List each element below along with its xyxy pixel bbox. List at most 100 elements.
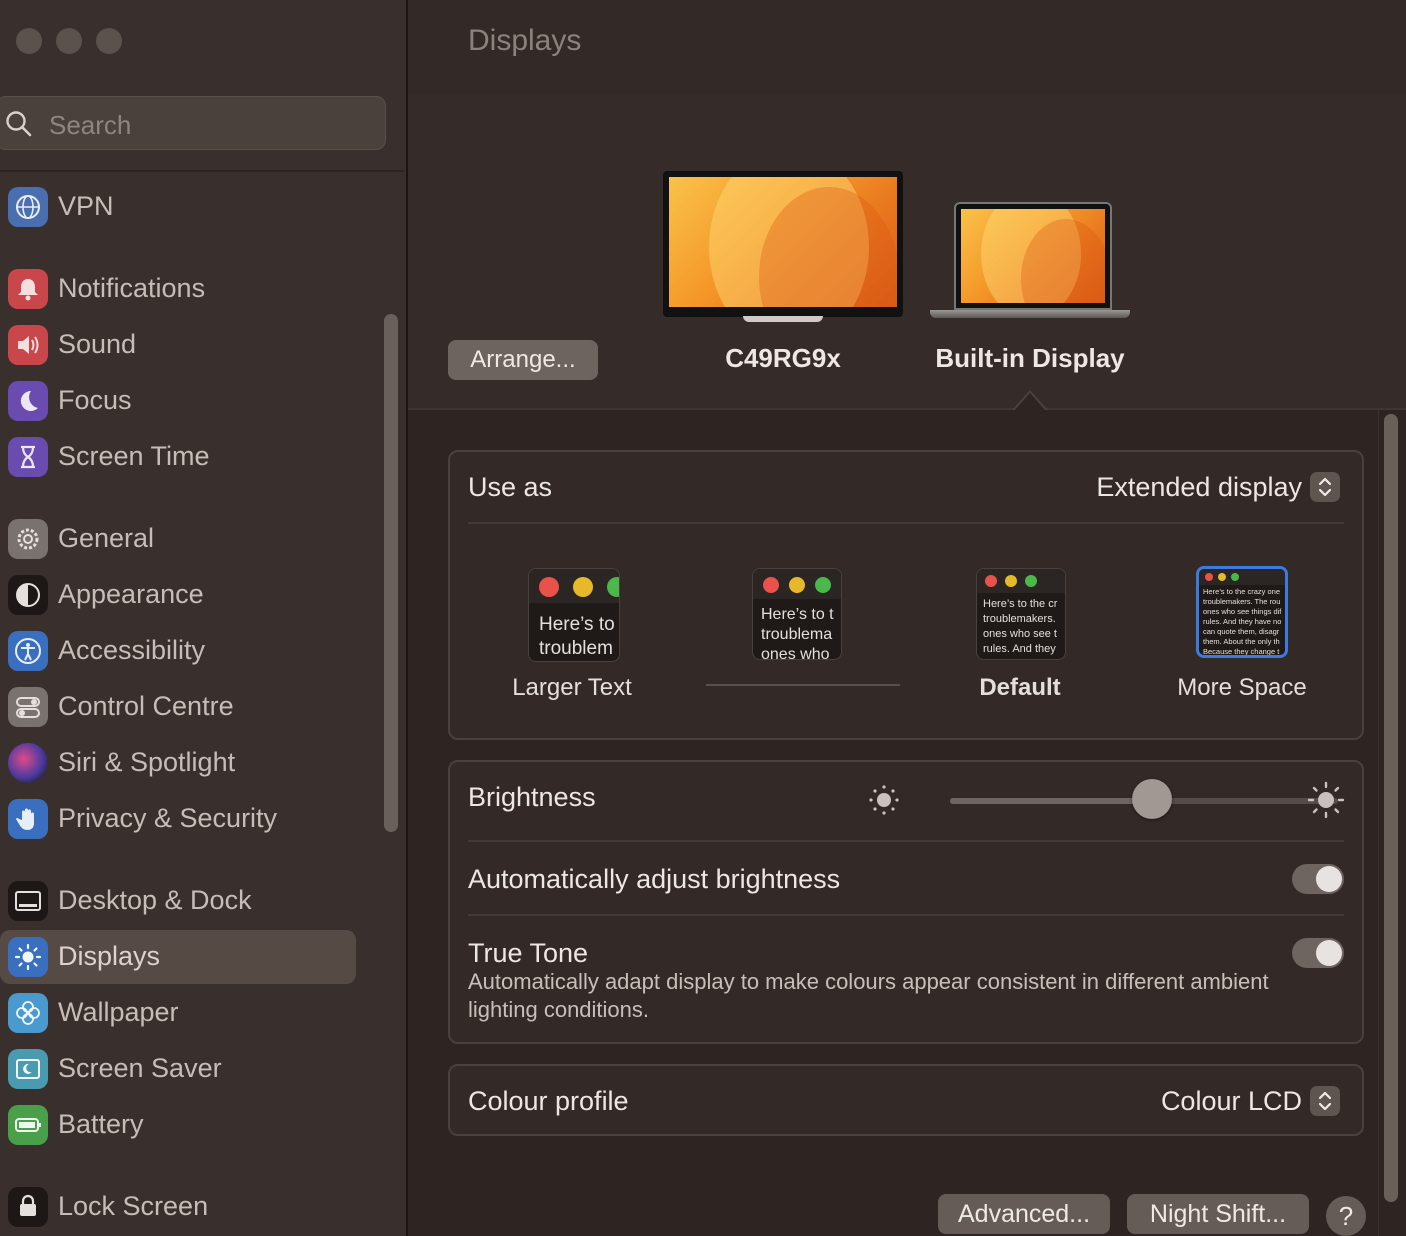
- sun-large-icon: [1307, 781, 1345, 819]
- builtin-display-thumbnail[interactable]: [954, 202, 1112, 310]
- sidebar-item-label: VPN: [58, 191, 114, 221]
- resolution-label: Larger Text: [512, 674, 632, 701]
- colour-profile-value[interactable]: Colour LCD: [1161, 1086, 1302, 1117]
- sidebar-item-focus[interactable]: Focus: [0, 374, 356, 428]
- brightness-panel: Brightness Automatically adjust brightne…: [448, 760, 1364, 1044]
- sidebar: Search VPN Notifications Sound Focus Scr…: [0, 0, 408, 1236]
- resolution-option-2[interactable]: Here’s to t troublema ones who: [752, 568, 842, 660]
- hourglass-icon: [8, 437, 48, 477]
- wallpaper-image: [669, 177, 897, 307]
- resolution-option-default[interactable]: Here’s to the cr troublemakers. ones who…: [976, 568, 1066, 660]
- sidebar-item-label: Notifications: [58, 273, 206, 303]
- sidebar-item-general[interactable]: General: [0, 512, 356, 566]
- sidebar-item-control-centre[interactable]: Control Centre: [0, 680, 356, 734]
- external-display-label[interactable]: C49RG9x: [683, 343, 883, 374]
- sun-icon: [8, 937, 48, 977]
- close-window-button[interactable]: [16, 28, 42, 54]
- resolution-option-larger-text[interactable]: Here’s to troublem: [528, 568, 620, 662]
- sidebar-item-accessibility[interactable]: Accessibility: [0, 624, 356, 678]
- sidebar-item-vpn[interactable]: VPN: [0, 180, 356, 234]
- accessibility-icon: [8, 631, 48, 671]
- sample-text: Here’s to troublem: [539, 614, 615, 659]
- brightness-slider-knob[interactable]: [1131, 779, 1172, 819]
- sidebar-item-desktop-dock[interactable]: Desktop & Dock: [0, 874, 356, 928]
- colour-profile-popup-button[interactable]: [1310, 1086, 1340, 1116]
- divider: [468, 522, 1344, 524]
- sidebar-item-label: Siri & Spotlight: [58, 747, 236, 777]
- title-bar: Displays: [408, 0, 1406, 94]
- search-icon: [6, 111, 32, 137]
- help-button[interactable]: ?: [1326, 1196, 1366, 1236]
- main-content: Displays Arrange... C49RG9x Built-in Dis…: [408, 0, 1406, 1236]
- sample-text: Here’s to the cr troublemakers. ones who…: [983, 598, 1058, 655]
- monitor-stand: [743, 316, 823, 322]
- gear-icon: [8, 519, 48, 559]
- chevron-up-down-icon: [1318, 477, 1332, 497]
- appearance-icon: [8, 575, 48, 615]
- sidebar-item-screen-time[interactable]: Screen Time: [0, 430, 356, 484]
- resolution-option-more-space[interactable]: Here’s to the crazy one troublemakers. T…: [1196, 566, 1288, 658]
- search-input[interactable]: Search: [0, 96, 386, 150]
- sidebar-item-label: Desktop & Dock: [58, 885, 252, 915]
- laptop-base: [930, 310, 1130, 318]
- sidebar-item-screen-saver[interactable]: Screen Saver: [0, 1042, 356, 1096]
- use-as-value[interactable]: Extended display: [1096, 472, 1302, 503]
- sidebar-item-siri-spotlight[interactable]: Siri & Spotlight: [0, 736, 356, 790]
- hand-icon: [8, 799, 48, 839]
- sidebar-item-appearance[interactable]: Appearance: [0, 568, 356, 622]
- auto-brightness-toggle[interactable]: [1292, 864, 1344, 894]
- brightness-slider-fill: [950, 798, 1152, 804]
- sidebar-item-label: General: [58, 523, 155, 553]
- true-tone-label: True Tone: [468, 938, 589, 968]
- external-display-thumbnail[interactable]: [663, 171, 903, 317]
- sample-text: Here’s to the crazy one troublemakers. T…: [1203, 587, 1282, 656]
- use-as-popup-button[interactable]: [1310, 472, 1340, 502]
- divider: [468, 840, 1344, 842]
- sidebar-item-label: Screen Saver: [58, 1053, 222, 1083]
- battery-icon: [8, 1105, 48, 1145]
- night-shift-button[interactable]: Night Shift...: [1127, 1194, 1309, 1234]
- auto-brightness-label: Automatically adjust brightness: [468, 864, 841, 894]
- divider: [0, 170, 404, 172]
- speaker-icon: [8, 325, 48, 365]
- sun-small-icon: [869, 785, 899, 815]
- toggles-icon: [8, 687, 48, 727]
- sidebar-item-label: Screen Time: [58, 441, 210, 471]
- main-scrollbar[interactable]: [1384, 414, 1398, 1202]
- bell-icon: [8, 269, 48, 309]
- search-placeholder: Search: [49, 110, 132, 140]
- zoom-window-button[interactable]: [96, 28, 122, 54]
- dock-icon: [8, 881, 48, 921]
- resolution-label: Default: [979, 674, 1061, 701]
- lock-icon: [8, 1187, 48, 1227]
- sidebar-item-label: Control Centre: [58, 691, 234, 721]
- divider: [468, 914, 1344, 916]
- moon-icon: [8, 381, 48, 421]
- sidebar-item-label: Privacy & Security: [58, 803, 278, 833]
- minimize-window-button[interactable]: [56, 28, 82, 54]
- sidebar-item-wallpaper[interactable]: Wallpaper: [0, 986, 356, 1040]
- siri-icon: [8, 743, 48, 783]
- true-tone-toggle[interactable]: [1292, 938, 1344, 968]
- sidebar-item-label: Accessibility: [58, 635, 206, 665]
- colour-profile-panel: Colour profile Colour LCD: [448, 1064, 1364, 1136]
- advanced-button[interactable]: Advanced...: [938, 1194, 1110, 1234]
- use-as-panel: Use as Extended display Here’s to troubl…: [448, 450, 1364, 740]
- sidebar-item-displays[interactable]: Displays: [0, 930, 356, 984]
- sidebar-item-sound[interactable]: Sound: [0, 318, 356, 372]
- arrange-button[interactable]: Arrange...: [448, 340, 598, 380]
- resolution-option-underline: [706, 684, 900, 686]
- sidebar-scrollbar[interactable]: [384, 314, 398, 832]
- sidebar-item-privacy-security[interactable]: Privacy & Security: [0, 792, 356, 846]
- sidebar-item-lock-screen[interactable]: Lock Screen: [0, 1180, 356, 1234]
- camera-notch: [1020, 204, 1044, 209]
- sidebar-item-label: Lock Screen: [58, 1191, 209, 1221]
- builtin-display-label[interactable]: Built-in Display: [910, 343, 1150, 374]
- sidebar-item-notifications[interactable]: Notifications: [0, 262, 356, 316]
- brightness-label: Brightness: [468, 782, 596, 812]
- screensaver-icon: [8, 1049, 48, 1089]
- sidebar-item-label: Sound: [58, 329, 137, 359]
- sidebar-item-battery[interactable]: Battery: [0, 1098, 356, 1152]
- page-title: Displays: [468, 24, 582, 57]
- true-tone-description: Automatically adapt display to make colo…: [468, 969, 1269, 1022]
